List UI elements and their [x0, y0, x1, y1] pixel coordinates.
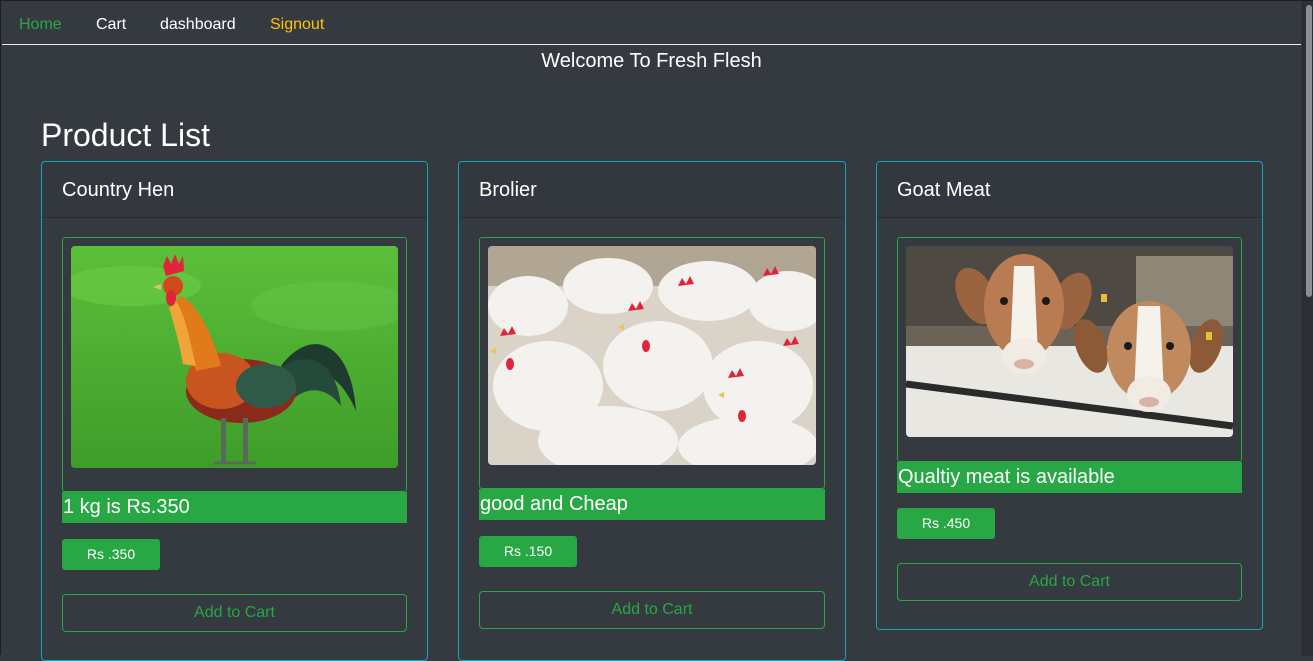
product-card-country-hen: Country Hen 1 kg is Rs.350 Rs .350 Add t…	[41, 161, 428, 661]
browser-viewport: Home Cart dashboard Signout Welcome To F…	[0, 0, 1313, 661]
product-card-goat-meat: Goat Meat Qualtiy meat is available Rs .…	[876, 161, 1263, 630]
card-header: Goat Meat	[877, 162, 1262, 218]
product-card-brolier: Brolier good and Cheap Rs .150 Add to Ca…	[458, 161, 846, 661]
nav-cart-link[interactable]: Cart	[96, 15, 126, 34]
card-header: Country Hen	[42, 162, 427, 218]
goats-photo	[906, 246, 1233, 437]
product-name: Goat Meat	[897, 179, 991, 201]
nav-home-link[interactable]: Home	[19, 15, 62, 34]
product-name: Country Hen	[62, 179, 175, 201]
rooster-photo	[71, 246, 398, 468]
page-title: Product List	[41, 117, 210, 153]
broiler-chickens-photo	[488, 246, 816, 465]
product-name: Brolier	[479, 179, 537, 201]
price-button[interactable]: Rs .350	[62, 539, 160, 570]
product-image-frame	[62, 237, 407, 492]
product-image-frame	[479, 237, 825, 489]
scrollbar-thumb[interactable]	[1306, 5, 1312, 297]
nav-signout-link[interactable]: Signout	[270, 15, 324, 34]
price-button[interactable]: Rs .450	[897, 508, 995, 539]
product-description: Qualtiy meat is available	[897, 462, 1242, 493]
add-to-cart-button[interactable]: Add to Cart	[479, 591, 825, 629]
welcome-banner: Welcome To Fresh Flesh	[541, 50, 762, 72]
add-to-cart-button[interactable]: Add to Cart	[62, 594, 407, 632]
price-button[interactable]: Rs .150	[479, 536, 577, 567]
product-description: 1 kg is Rs.350	[62, 492, 407, 523]
product-image-frame	[897, 237, 1242, 462]
card-header: Brolier	[459, 162, 845, 218]
nav-dashboard-link[interactable]: dashboard	[160, 15, 236, 34]
vertical-scrollbar[interactable]	[1302, 1, 1313, 656]
add-to-cart-button[interactable]: Add to Cart	[897, 563, 1242, 601]
top-navbar: Home Cart dashboard Signout	[2, 2, 1301, 45]
product-description: good and Cheap	[479, 489, 825, 520]
